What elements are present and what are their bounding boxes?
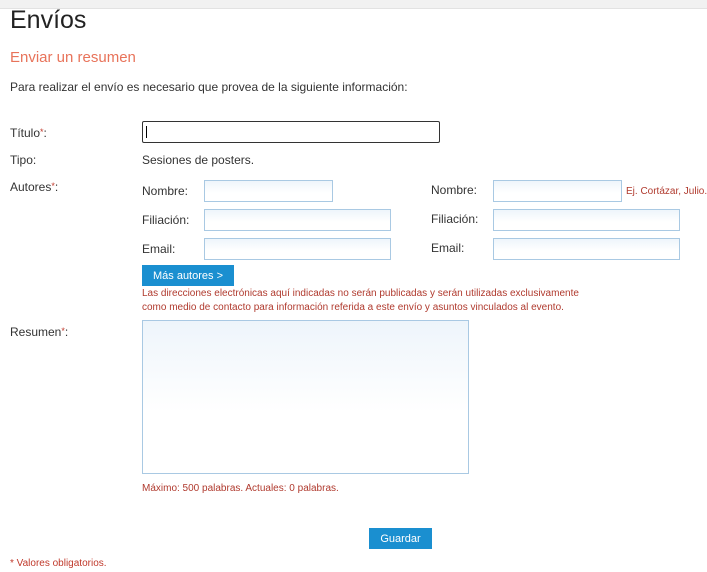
nombre-label-2: Nombre: (431, 183, 478, 197)
guardar-button[interactable]: Guardar (369, 528, 432, 549)
mas-autores-button[interactable]: Más autores > (142, 265, 234, 286)
titulo-label-text: Título (10, 126, 41, 140)
autores-label: Autores*: (10, 180, 59, 194)
required-mark: * (40, 127, 44, 137)
autores-label-text: Autores (10, 180, 52, 194)
filiacion-label-1: Filiación: (142, 213, 190, 227)
nombre-example-hint: Ej. Cortázar, Julio. (626, 186, 707, 197)
section-title: Enviar un resumen (10, 49, 136, 66)
titulo-label: Título*: (10, 126, 47, 140)
filiacion-input-2[interactable] (493, 209, 680, 231)
email-input-2[interactable] (493, 238, 680, 260)
filiacion-label-2: Filiación: (431, 212, 479, 226)
nombre-label-1: Nombre: (142, 184, 189, 198)
tipo-label: Tipo: (10, 153, 37, 167)
required-mark: * (61, 326, 65, 336)
top-bar (0, 0, 707, 9)
email-label-2: Email: (431, 241, 465, 255)
email-label-1: Email: (142, 242, 176, 256)
email-input-1[interactable] (204, 238, 391, 260)
email-privacy-note-line2: como medio de contacto para información … (142, 302, 564, 313)
nombre-input-2[interactable] (493, 180, 622, 202)
required-mark: * (51, 181, 55, 191)
filiacion-input-1[interactable] (204, 209, 391, 231)
required-fields-note: * Valores obligatorios. (10, 558, 107, 569)
resumen-label-text: Resumen (10, 325, 62, 339)
text-caret (146, 126, 147, 138)
intro-text: Para realizar el envío es necesario que … (10, 80, 408, 94)
email-privacy-note-line1: Las direcciones electrónicas aquí indica… (142, 288, 579, 299)
nombre-input-1[interactable] (204, 180, 333, 202)
tipo-value: Sesiones de posters. (142, 153, 255, 167)
word-count: Máximo: 500 palabras. Actuales: 0 palabr… (142, 483, 339, 494)
resumen-label: Resumen*: (10, 325, 69, 339)
resumen-textarea[interactable] (142, 320, 469, 474)
page-title: Envíos (10, 6, 87, 34)
email-privacy-note: Las direcciones electrónicas aquí indica… (142, 287, 602, 315)
titulo-input[interactable] (142, 121, 440, 143)
